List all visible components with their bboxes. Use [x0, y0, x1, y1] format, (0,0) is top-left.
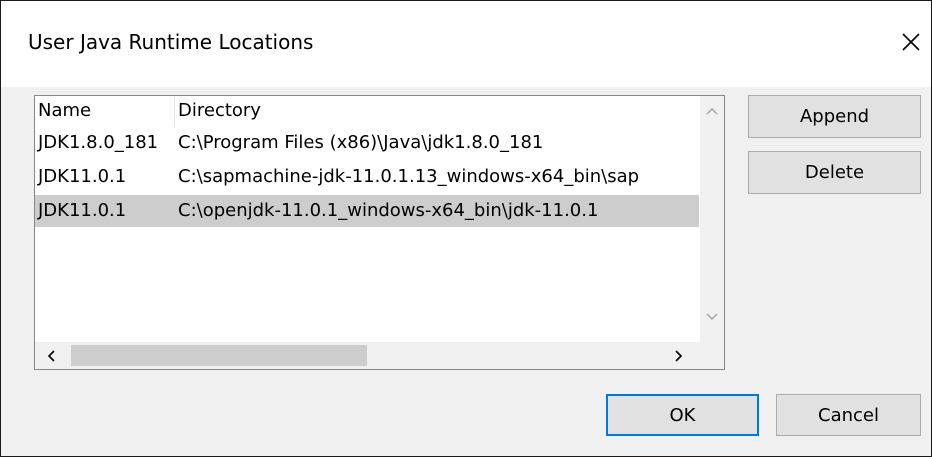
row-name: JDK1.8.0_181 [38, 132, 159, 153]
title-bar: User Java Runtime Locations [1, 1, 931, 87]
scroll-down-button[interactable] [700, 306, 724, 328]
chevron-left-icon [47, 349, 55, 362]
scroll-right-button[interactable] [667, 345, 691, 366]
runtime-list[interactable]: Name Directory JDK1.8.0_181 C:\Program F… [34, 95, 725, 370]
table-row-selected[interactable]: JDK11.0.1 C:\openjdk-11.0.1_windows-x64_… [35, 195, 699, 227]
vertical-scrollbar[interactable] [700, 96, 724, 343]
horizontal-scroll-thumb[interactable] [71, 345, 367, 366]
scroll-left-button[interactable] [39, 345, 63, 366]
append-button[interactable]: Append [748, 95, 921, 138]
chevron-up-icon [706, 108, 718, 115]
row-directory: C:\Program Files (x86)\Java\jdk1.8.0_181 [178, 132, 544, 153]
horizontal-scrollbar[interactable] [35, 342, 700, 369]
column-header-directory[interactable]: Directory [175, 96, 699, 126]
close-button[interactable] [897, 27, 925, 57]
delete-button[interactable]: Delete [748, 151, 921, 194]
column-header-name[interactable]: Name [35, 96, 175, 126]
scrollbar-corner [700, 342, 724, 369]
chevron-down-icon [706, 313, 718, 320]
table-row[interactable]: JDK11.0.1 C:\sapmachine-jdk-11.0.1.13_wi… [35, 161, 699, 193]
row-name: JDK11.0.1 [38, 166, 127, 187]
java-runtime-dialog: User Java Runtime Locations Name Directo… [0, 0, 932, 457]
ok-button[interactable]: OK [606, 394, 759, 436]
cancel-button[interactable]: Cancel [776, 394, 921, 436]
close-icon [902, 33, 920, 51]
list-header: Name Directory [35, 96, 699, 126]
row-directory: C:\sapmachine-jdk-11.0.1.13_windows-x64_… [178, 166, 640, 187]
scroll-up-button[interactable] [700, 100, 724, 122]
dialog-title: User Java Runtime Locations [28, 30, 314, 54]
table-row[interactable]: JDK1.8.0_181 C:\Program Files (x86)\Java… [35, 127, 699, 159]
chevron-right-icon [675, 349, 683, 362]
row-name: JDK11.0.1 [35, 195, 175, 227]
row-directory: C:\openjdk-11.0.1_windows-x64_bin\jdk-11… [175, 195, 699, 227]
